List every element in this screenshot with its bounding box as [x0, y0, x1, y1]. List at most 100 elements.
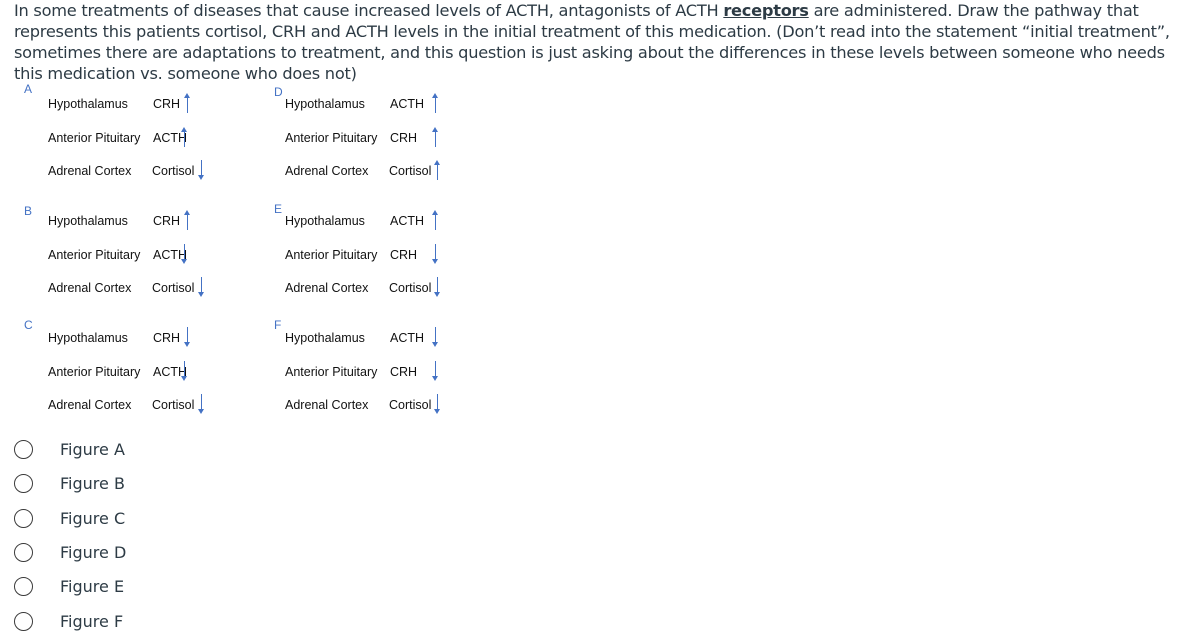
arrow-shaft	[434, 130, 436, 147]
radio-button[interactable]	[14, 439, 33, 459]
figure-letter: E	[274, 202, 283, 216]
figure-letter: D	[274, 85, 283, 99]
option-figure-b[interactable]: Figure B	[14, 471, 125, 497]
organ-label: Hypothalamus	[48, 331, 128, 345]
hormone-label: Cortisol	[152, 398, 195, 412]
arrow-head	[198, 409, 204, 414]
arrow-down-icon	[184, 327, 190, 347]
figure-letter: A	[24, 82, 33, 96]
hormone-label: CRH	[153, 214, 181, 228]
arrow-shaft	[186, 214, 188, 230]
option-figure-c[interactable]: Figure C	[14, 505, 125, 531]
organ-label: Hypothalamus	[285, 331, 365, 345]
arrow-head	[184, 93, 190, 98]
arrow-down-icon	[434, 394, 440, 414]
figure-letter: B	[24, 204, 33, 218]
arrow-head	[434, 292, 440, 297]
arrow-head	[184, 342, 190, 347]
arrow-head	[432, 210, 438, 215]
arrow-head	[184, 210, 190, 215]
arrow-up-icon	[432, 126, 438, 147]
hormone-label: CRH	[390, 364, 418, 379]
arrow-head	[181, 126, 187, 132]
arrow-shaft	[200, 160, 202, 176]
arrow-down-icon	[181, 243, 187, 264]
arrow-shaft	[436, 277, 438, 293]
arrow-down-icon	[181, 360, 187, 381]
arrow-head	[432, 342, 438, 347]
arrow-down-icon	[432, 360, 438, 381]
organ-label: Hypothalamus	[285, 97, 365, 111]
arrow-shaft	[434, 327, 436, 343]
hormone-label: ACTH	[390, 331, 425, 345]
arrow-shaft	[200, 277, 202, 293]
hormone-label: Cortisol	[389, 281, 432, 295]
organ-label: Anterior Pituitary	[48, 130, 141, 145]
option-figure-e[interactable]: Figure E	[14, 574, 124, 600]
organ-label: Anterior Pituitary	[285, 364, 378, 379]
arrow-head	[432, 126, 438, 132]
arrow-shaft	[200, 394, 202, 410]
figure-letter: C	[24, 318, 33, 332]
radio-button[interactable]	[14, 508, 33, 528]
arrow-head	[181, 258, 187, 264]
arrow-up-icon	[184, 93, 190, 113]
arrow-head	[181, 375, 187, 381]
arrow-shaft	[183, 360, 185, 377]
option-label: Figure B	[60, 474, 125, 493]
hormone-label: Cortisol	[152, 281, 195, 295]
organ-label: Hypothalamus	[48, 214, 128, 228]
arrow-down-icon	[198, 277, 204, 297]
radio-button[interactable]	[14, 611, 33, 631]
figure-letter: F	[274, 318, 282, 332]
arrow-head	[432, 258, 438, 264]
arrow-shaft	[183, 130, 185, 147]
arrow-head	[434, 409, 440, 414]
arrow-shaft	[436, 394, 438, 410]
arrow-down-icon	[432, 243, 438, 264]
option-figure-d[interactable]: Figure D	[14, 539, 126, 565]
hormone-label: CRH	[390, 247, 418, 262]
arrow-shaft	[186, 327, 188, 343]
question-text: In some treatments of diseases that caus…	[14, 0, 1194, 84]
arrow-up-icon	[434, 160, 440, 180]
organ-label: Anterior Pituitary	[285, 247, 378, 262]
radio-button[interactable]	[14, 577, 33, 596]
hormone-label: Cortisol	[389, 164, 432, 178]
arrow-down-icon	[432, 327, 438, 347]
arrow-head	[432, 375, 438, 381]
option-label: Figure E	[60, 577, 125, 596]
hormone-label: ACTH	[390, 214, 425, 228]
arrow-shaft	[434, 360, 436, 377]
organ-label: Anterior Pituitary	[285, 130, 378, 145]
arrow-head	[198, 175, 204, 180]
arrow-shaft	[436, 164, 438, 180]
organ-label: Anterior Pituitary	[48, 247, 141, 262]
arrow-up-icon	[432, 93, 438, 113]
arrow-up-icon	[184, 210, 190, 230]
arrow-head	[434, 160, 440, 165]
hormone-label: CRH	[390, 130, 418, 145]
hormone-label: Cortisol	[152, 164, 195, 178]
organ-label: Hypothalamus	[48, 97, 128, 111]
option-figure-a[interactable]: Figure A	[14, 436, 125, 462]
organ-label: Adrenal Cortex	[285, 398, 369, 412]
organ-label: Anterior Pituitary	[48, 364, 141, 379]
arrow-shaft	[186, 97, 188, 113]
organ-label: Adrenal Cortex	[285, 281, 369, 295]
question-underlined-word: receptors	[723, 1, 809, 20]
arrow-up-icon	[181, 126, 187, 147]
option-label: Figure F	[60, 611, 124, 631]
hormone-label: CRH	[153, 97, 181, 111]
arrow-head	[198, 292, 204, 297]
radio-button[interactable]	[14, 474, 33, 493]
arrow-down-icon	[198, 160, 204, 180]
option-label: Figure A	[60, 439, 125, 459]
organ-label: Adrenal Cortex	[48, 398, 132, 412]
organ-label: Hypothalamus	[285, 214, 365, 228]
option-figure-f[interactable]: Figure F	[14, 608, 123, 634]
organ-label: Adrenal Cortex	[48, 281, 132, 295]
radio-button[interactable]	[14, 542, 33, 562]
arrow-up-icon	[432, 210, 438, 230]
arrow-shaft	[434, 243, 436, 260]
